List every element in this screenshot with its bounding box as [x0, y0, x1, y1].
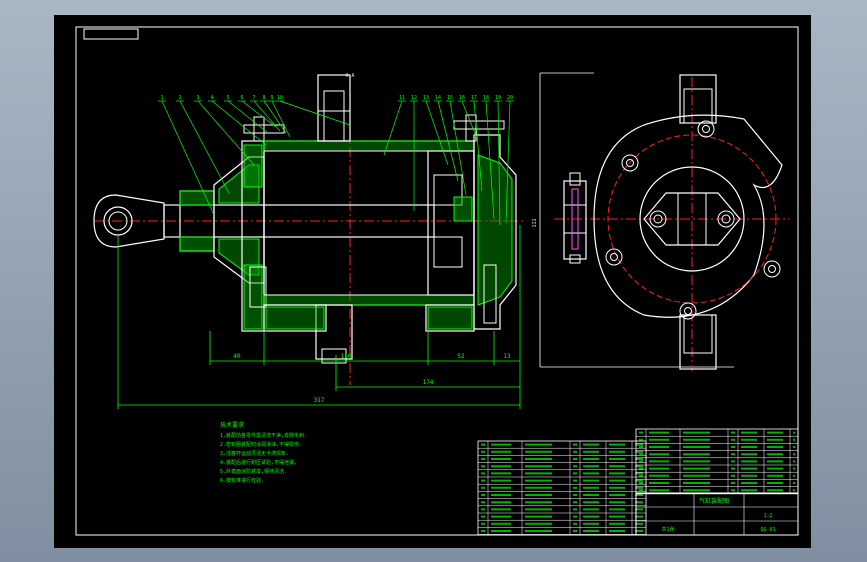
title-block: 气缸装配图 1:2 共1张 QG-01	[635, 492, 799, 536]
corner-label-box	[83, 28, 139, 40]
balloon-label: 1	[160, 95, 163, 101]
balloon-label: 13	[423, 95, 429, 101]
dim-overall: 174	[423, 379, 434, 386]
dim-right-seg: 52	[457, 353, 465, 360]
drawing-title: 气缸装配图	[699, 497, 729, 505]
piston	[427, 150, 475, 296]
tech-note-line: 1.装配前各零件需清洗干净,去除毛刺.	[220, 432, 307, 439]
balloon-label: 9	[270, 95, 273, 101]
side-view: 111	[532, 72, 789, 371]
dim-side-height: 111	[532, 218, 538, 227]
balloon-label: 10	[277, 95, 283, 101]
balloon-label: 8	[262, 95, 265, 101]
tech-notes-title: 技术要求	[220, 421, 244, 429]
drawing-scale: 1:2	[763, 513, 772, 519]
balloon-label: 5	[226, 95, 229, 101]
technical-requirements: 技术要求 1.装配前各零件需清洗干净,去除毛刺. 2.密封圈装配时涂润滑油,不得…	[220, 421, 307, 484]
top-port	[317, 74, 351, 142]
balloon-label: 7	[252, 95, 255, 101]
side-bottom-port	[679, 314, 717, 370]
dim-far-right: 13	[503, 353, 511, 360]
parts-list	[477, 428, 799, 535]
assembly-drawing: 1 2 3 4 5 6 7 8 9 10 11 12 13 14 15 16 17 18 19 20 A-A 40 1…	[75, 26, 799, 536]
flange-outline	[593, 114, 783, 318]
leader-line	[263, 100, 287, 134]
balloon-label: 3	[196, 95, 199, 101]
leader-line	[241, 100, 277, 128]
balloon-label: 14	[435, 95, 441, 101]
dim-left-seg: 40	[233, 353, 241, 360]
tech-note-line: 6.按标准进行检验.	[220, 477, 264, 484]
dim-total: 317	[314, 397, 325, 404]
section-view: 1 2 3 4 5 6 7 8 9 10 11 12 13 14 15 16 17 18 19 20 A-A 40 1…	[93, 73, 524, 409]
tech-note-line: 5.外表面涂防锈漆,保持清洁.	[220, 468, 287, 475]
drawing-number: QG-01	[760, 527, 775, 533]
tech-note-line: 4.装配后进行耐压试验,不得泄漏,	[220, 459, 297, 466]
balloon-label: 16	[459, 95, 465, 101]
sheet-border	[75, 26, 799, 536]
tech-note-line: 2.密封圈装配时涂润滑油,不得损伤.	[220, 441, 302, 448]
tech-note-line: 3.活塞杆运动灵活无卡滞现象.	[220, 450, 289, 457]
balloon-label: 15	[447, 95, 453, 101]
balloon-label: 12	[411, 95, 417, 101]
drawing-sheet: 共1张	[661, 526, 674, 533]
dim-mid-seg: 110	[341, 353, 352, 360]
leader-line	[271, 100, 291, 138]
leader-line	[211, 100, 267, 146]
leader-line	[179, 100, 230, 194]
drawing-canvas: 1 2 3 4 5 6 7 8 9 10 11 12 13 14 15 16 17 18 19 20 A-A 40 1…	[54, 15, 811, 548]
balloon-label: 6	[240, 95, 243, 101]
balloon-label: 2	[178, 95, 181, 101]
bolt-holes	[605, 120, 781, 320]
bottom-mount	[263, 304, 475, 364]
balloon-label: 20	[507, 95, 513, 101]
cylinder-barrel	[263, 140, 475, 306]
top-section-label: A-A	[345, 73, 354, 79]
balloon-label: 18	[483, 95, 489, 101]
balloon-label: 4	[210, 95, 213, 101]
balloon-label: 19	[495, 95, 501, 101]
balloon-label: 17	[471, 95, 477, 101]
leader-line	[279, 100, 351, 126]
barrel-circle	[639, 166, 745, 272]
leader-line	[425, 100, 449, 166]
balloon-label: 11	[399, 95, 405, 101]
side-clevis	[563, 172, 587, 264]
